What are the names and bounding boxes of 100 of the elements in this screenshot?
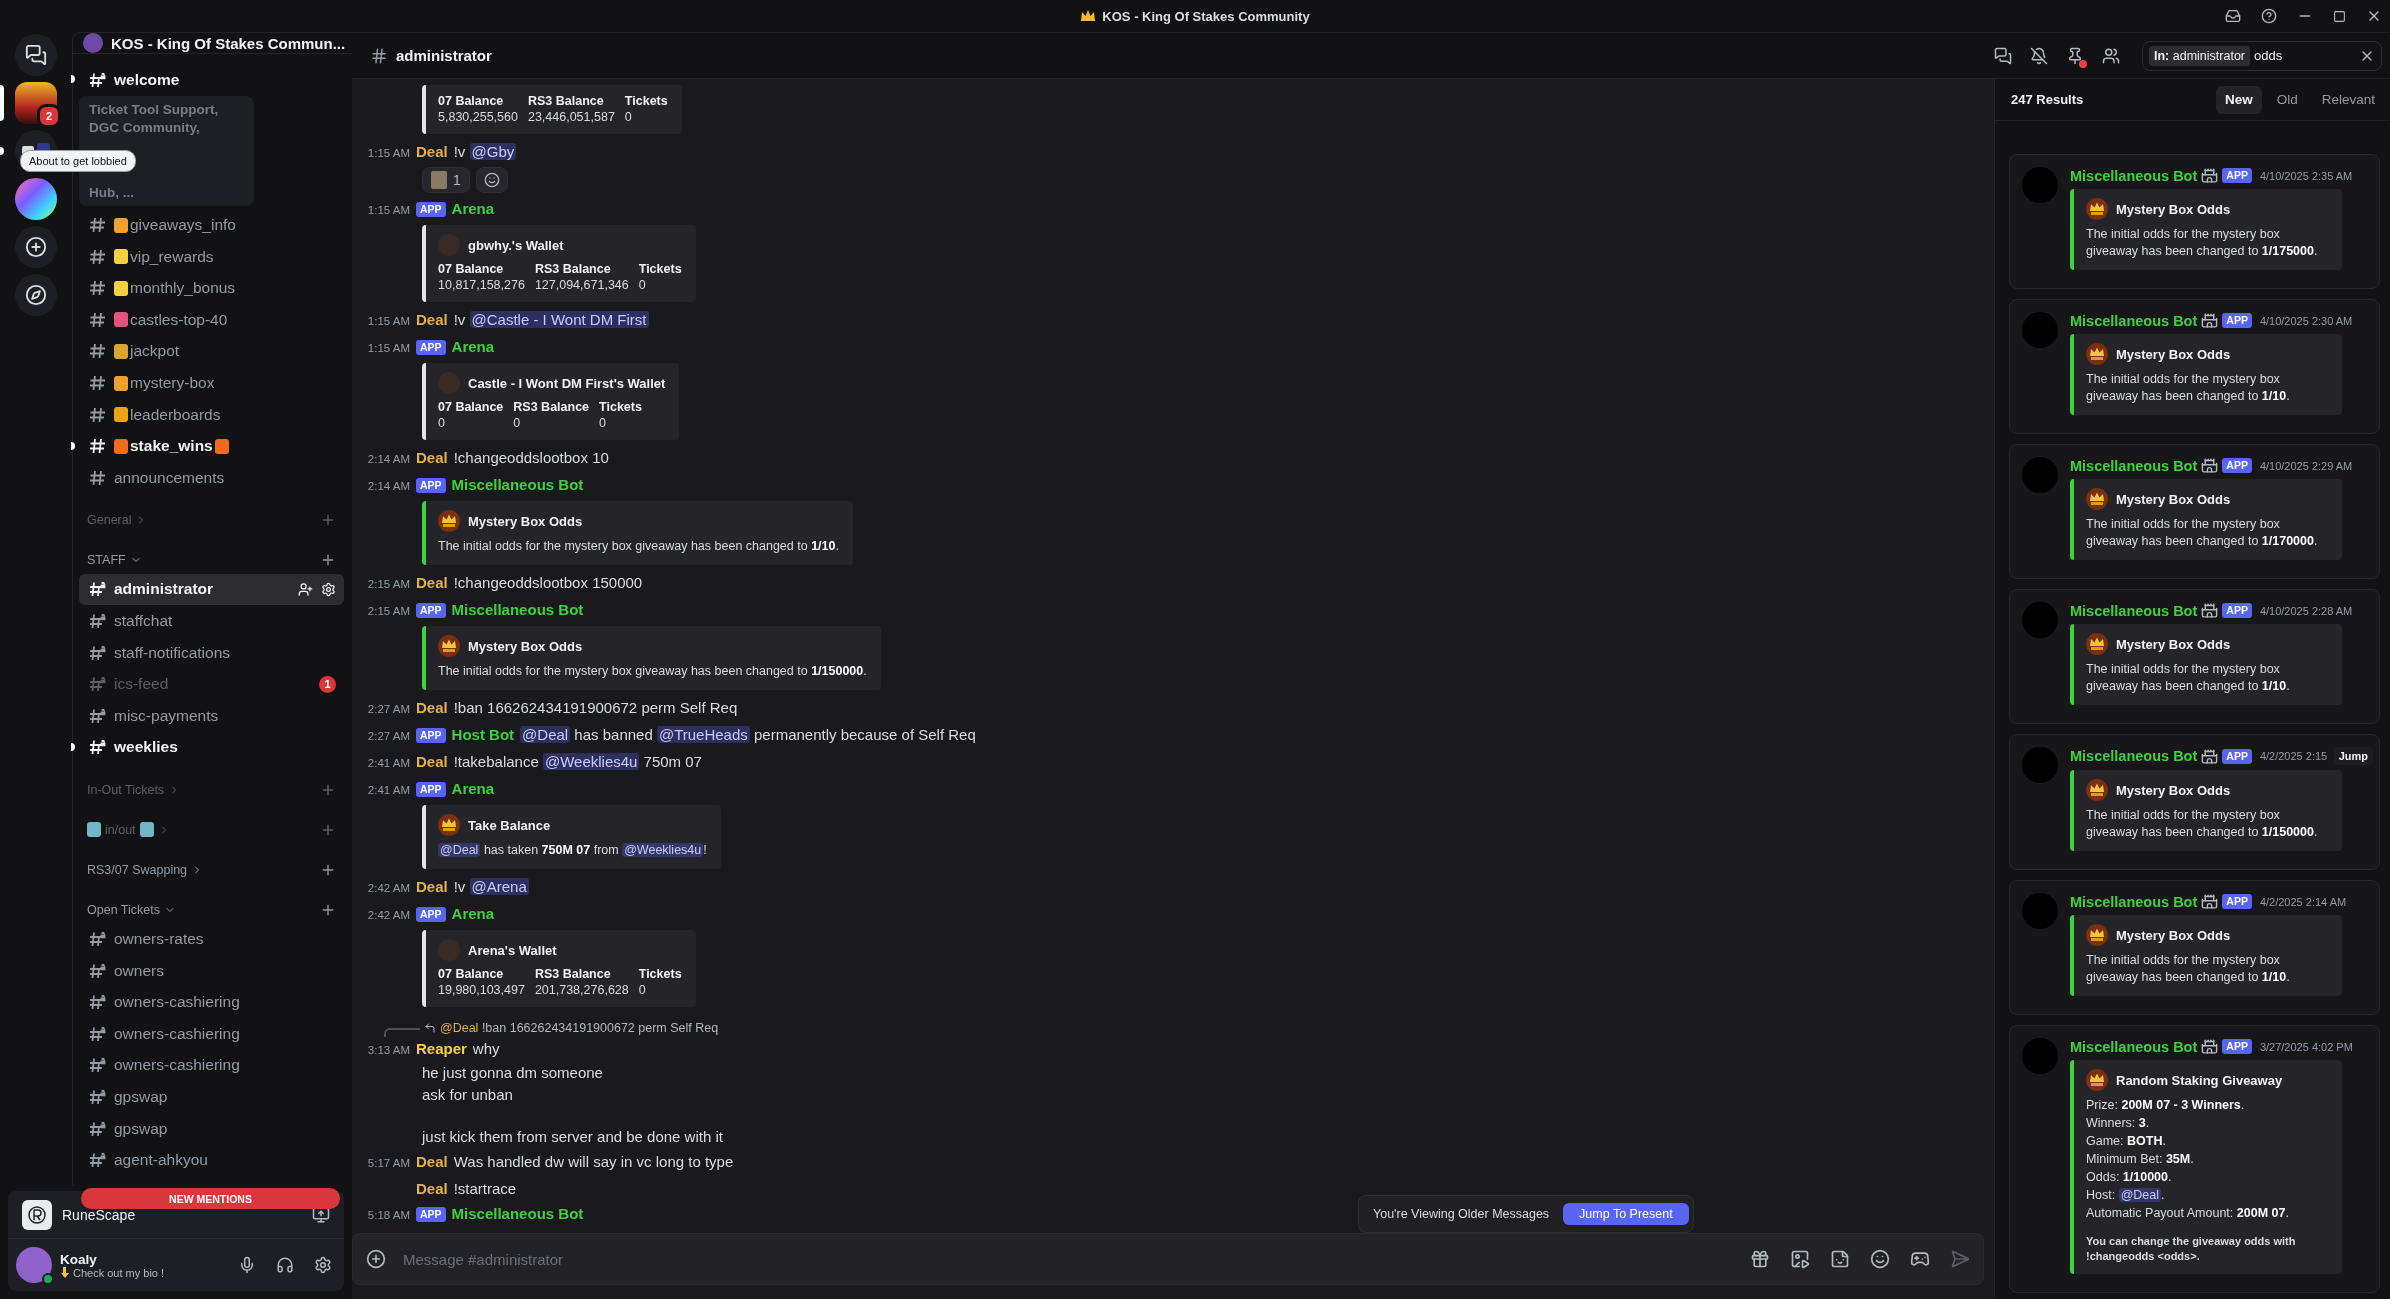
field-value: 10,817,158,276 [438, 278, 525, 292]
embed-text: Prize: 200M 07 - 3 Winners. [2086, 1097, 2246, 1114]
field-value: 127,094,671,346 [534, 278, 629, 292]
field-name: 07 Balance [438, 967, 505, 981]
channel-name: welcome [114, 70, 180, 89]
message-text: why [472, 1039, 500, 1059]
channel-name: staff-notifications [114, 643, 231, 662]
embed-text: The initial odds for the mystery box giveaway has been changed to 1/10. [438, 538, 839, 555]
field-name: Tickets [624, 94, 668, 108]
mention-badge: 1 [319, 675, 336, 693]
timestamp: 3:13 AM [366, 1043, 410, 1058]
preview-text: Hub, ... [89, 184, 135, 200]
timestamp: 1:15 AM [366, 314, 410, 329]
embed-footer: You can change the giveaway odds with !changeodds <odds>. [2086, 1234, 2328, 1264]
app-badge: APP [2222, 894, 2252, 909]
timestamp: 5:18 AM [366, 1208, 410, 1223]
timestamp: 2:42 AM [366, 908, 410, 923]
channel-name: administrator [114, 580, 214, 599]
embed-title: Take Balance [468, 817, 551, 833]
message-text: !startrace [453, 1179, 517, 1199]
field-value: 0 [513, 416, 522, 430]
embed-title: Random Staking Giveaway [2116, 1072, 2283, 1088]
embed-title: Mystery Box Odds [2116, 491, 2231, 507]
message-text: @Deal has banned @TrueHeads permanently because of Self Req [520, 725, 976, 745]
timestamp: 2:41 AM [366, 756, 410, 771]
field-name: RS3 Balance [513, 400, 590, 414]
app-badge: APP [416, 907, 446, 922]
embed-title: Mystery Box Odds [2116, 346, 2231, 362]
field-value: 0 [599, 416, 607, 430]
embed-text: @Deal has taken 750M 07 from @Weeklies4u ! [438, 842, 707, 859]
timestamp: 4/10/2025 2:30 AM [2259, 314, 2353, 327]
field-name: 07 Balance [438, 400, 504, 414]
timestamp: 1:15 AM [366, 341, 410, 356]
category-name: in/out [105, 822, 136, 837]
channel-name: gpswap [114, 1119, 168, 1138]
timestamp: 5:17 AM [366, 1156, 410, 1171]
embed-text: Odds: 1/10000. [2086, 1169, 2173, 1186]
message-text: !takebalance @Weeklies4u 750m 07 [453, 752, 702, 772]
category-name: In-Out Tickets [87, 782, 165, 797]
app-badge: APP [2222, 1039, 2252, 1054]
embed-text: The initial odds for the mystery box giveaway has been changed to 1/150000. [2086, 807, 2319, 841]
field-value: 201,738,276,628 [534, 983, 629, 997]
embed-text: The initial odds for the mystery box giveaway has been changed to 1/10. [2086, 661, 2291, 695]
channel-name: owners-rates [114, 930, 204, 948]
field-name: RS3 Balance [534, 967, 612, 981]
timestamp: 2:27 AM [366, 702, 410, 717]
embed-text: Game: BOTH. [2086, 1133, 2167, 1150]
channel-name: announcements [114, 468, 225, 487]
timestamp: 4/10/2025 2:28 AM [2259, 604, 2353, 617]
timestamp: 1:15 AM [366, 146, 410, 161]
field-name: RS3 Balance [534, 262, 612, 276]
channel-name: ics-feed [114, 675, 169, 694]
channel-name: misc-payments [114, 706, 219, 725]
timestamp: 2:14 AM [366, 452, 410, 467]
message-text: !changeoddslootbox 10 [453, 448, 609, 468]
embed-text: The initial odds for the mystery box giveaway has been changed to 1/150000. [438, 663, 867, 680]
timestamp: 4/2/2025 2:15 [2259, 750, 2328, 762]
window-title: KOS - King Of Stakes Community [1102, 8, 1310, 24]
message-text: !v @Arena [453, 877, 529, 897]
field-value: 0 [638, 278, 647, 292]
notification-badge: 2 [37, 104, 61, 128]
embed-text: Minimum Bet: 35M. [2086, 1151, 2195, 1168]
field-value: 19,980,103,497 [438, 983, 525, 997]
embed-title: Mystery Box Odds [2116, 636, 2231, 652]
timestamp: 4/2/2025 2:14 AM [2259, 895, 2347, 908]
field-value: 5,830,255,560 [438, 110, 518, 124]
channel-name: owners [114, 961, 164, 980]
timestamp: 2:41 AM [366, 783, 410, 798]
message-text: ask for unban [422, 1085, 513, 1105]
embed-text: The initial odds for the mystery box giveaway has been changed to 1/175000. [2086, 226, 2319, 260]
timestamp: 2:15 AM [366, 577, 410, 592]
channel-name: jackpot [130, 342, 180, 361]
message-text: !v @Castle - I Wont DM First [453, 310, 649, 330]
channel-name: castles-top-40 [130, 310, 228, 329]
embed-title: Arena's Wallet [468, 942, 557, 958]
channel-name: mystery-box [130, 374, 215, 393]
category-name: Open Tickets [87, 902, 160, 917]
channel-name: monthly_bonus [130, 279, 236, 298]
channel-name: leaderboards [130, 405, 221, 424]
timestamp: 4/10/2025 2:35 AM [2259, 169, 2353, 182]
embed-title: gbwhy.'s Wallet [468, 237, 564, 253]
category-name: General [87, 512, 132, 527]
field-name: 07 Balance [438, 262, 505, 276]
app-badge: APP [416, 782, 446, 797]
timestamp: 2:27 AM [366, 729, 410, 744]
preview-text: Ticket Tool Support, [89, 101, 220, 117]
message-text: Was handled dw will say in vc long to type [453, 1152, 734, 1172]
timestamp: 4/10/2025 2:29 AM [2259, 459, 2353, 472]
field-value: 0 [624, 110, 633, 124]
embed-title: Mystery Box Odds [2116, 927, 2231, 943]
app-badge: APP [416, 340, 446, 355]
app-badge: APP [416, 478, 446, 493]
channel-name: gpswap [114, 1087, 168, 1106]
field-name: 07 Balance [438, 94, 505, 108]
embed-text: The initial odds for the mystery box giveaway has been changed to 1/10. [2086, 371, 2291, 405]
timestamp: 2:14 AM [366, 479, 410, 494]
app-badge: APP [2222, 603, 2252, 618]
custom-status: Check out my bio ! [73, 1266, 165, 1279]
field-value: 0 [638, 983, 647, 997]
app-badge: APP [2222, 313, 2252, 328]
